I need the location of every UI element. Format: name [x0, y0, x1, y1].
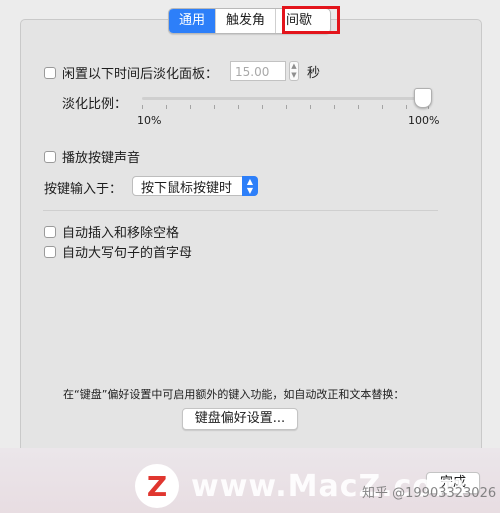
slider-tick	[262, 105, 263, 109]
fade-time-control: 15.00 ▲ ▼ 秒	[230, 61, 320, 81]
slider-tick	[166, 105, 167, 109]
slider-tick	[286, 105, 287, 109]
key-input-value: 按下鼠标按键时	[141, 180, 233, 196]
slider-tick	[142, 105, 143, 109]
capitalize-label: 自动大写句子的首字母	[62, 246, 193, 261]
slider-tick	[334, 105, 335, 109]
fade-label: 闲置以下时间后淡化面板：	[62, 67, 219, 82]
key-sound-label: 播放按键声音	[62, 151, 141, 166]
key-sound-checkbox[interactable]	[44, 150, 56, 163]
capitalize-row: 自动大写句子的首字母	[44, 242, 192, 261]
fade-ratio-slider-track[interactable]	[142, 97, 428, 100]
slider-tick	[382, 105, 383, 109]
chevron-down-icon: ▼	[291, 71, 297, 79]
fade-unit: 秒	[307, 65, 321, 81]
fade-seconds-field[interactable]: 15.00	[230, 61, 286, 81]
slider-tick	[238, 105, 239, 109]
fade-row: 闲置以下时间后淡化面板：	[44, 63, 218, 82]
spacing-row: 自动插入和移除空格	[44, 222, 179, 241]
fade-seconds-stepper[interactable]: ▲ ▼	[289, 61, 299, 81]
popup-arrows-icon: ▲ ▼	[242, 176, 258, 196]
fade-ratio-slider-thumb[interactable]	[414, 88, 432, 108]
capitalize-checkbox[interactable]	[44, 245, 56, 258]
chevron-up-icon: ▲	[291, 62, 297, 70]
spacing-label: 自动插入和移除空格	[62, 226, 180, 241]
slider-tick	[190, 105, 191, 109]
fade-checkbox[interactable]	[44, 66, 56, 79]
slider-tick	[214, 105, 215, 109]
slider-max-label: 100%	[408, 114, 440, 127]
slider-tick	[358, 105, 359, 109]
slider-tick	[406, 105, 407, 109]
tab-hot-corners[interactable]: 触发角	[216, 9, 277, 33]
key-input-popup[interactable]: 按下鼠标按键时 ▲ ▼	[132, 176, 258, 196]
fade-ratio-label-row: 淡化比例：	[62, 93, 127, 112]
key-input-row: 按键输入于：	[44, 178, 122, 197]
keyboard-hint-text: 在“键盘”偏好设置中可启用额外的键入功能，如自动改正和文本替换：	[63, 388, 405, 401]
key-sound-row: 播放按键声音	[44, 147, 140, 166]
slider-tick	[310, 105, 311, 109]
macz-logo-icon: Z	[135, 464, 179, 508]
section-divider	[43, 210, 438, 211]
zhihu-watermark: 知乎 @19903323026	[362, 486, 497, 501]
keyboard-preferences-button[interactable]: 键盘偏好设置...	[182, 408, 298, 430]
key-input-label: 按键输入于：	[44, 182, 123, 197]
slider-min-label: 10%	[137, 114, 162, 127]
fade-ratio-label: 淡化比例：	[62, 97, 128, 112]
keyboard-hint-row: 在“键盘”偏好设置中可启用额外的键入功能，如自动改正和文本替换：	[63, 386, 404, 402]
slider-max-label-row: 100%	[408, 114, 439, 127]
annotation-highlight	[282, 6, 340, 34]
spacing-checkbox[interactable]	[44, 225, 56, 238]
tab-general[interactable]: 通用	[169, 9, 217, 33]
slider-min-label-row: 10%	[137, 114, 161, 127]
